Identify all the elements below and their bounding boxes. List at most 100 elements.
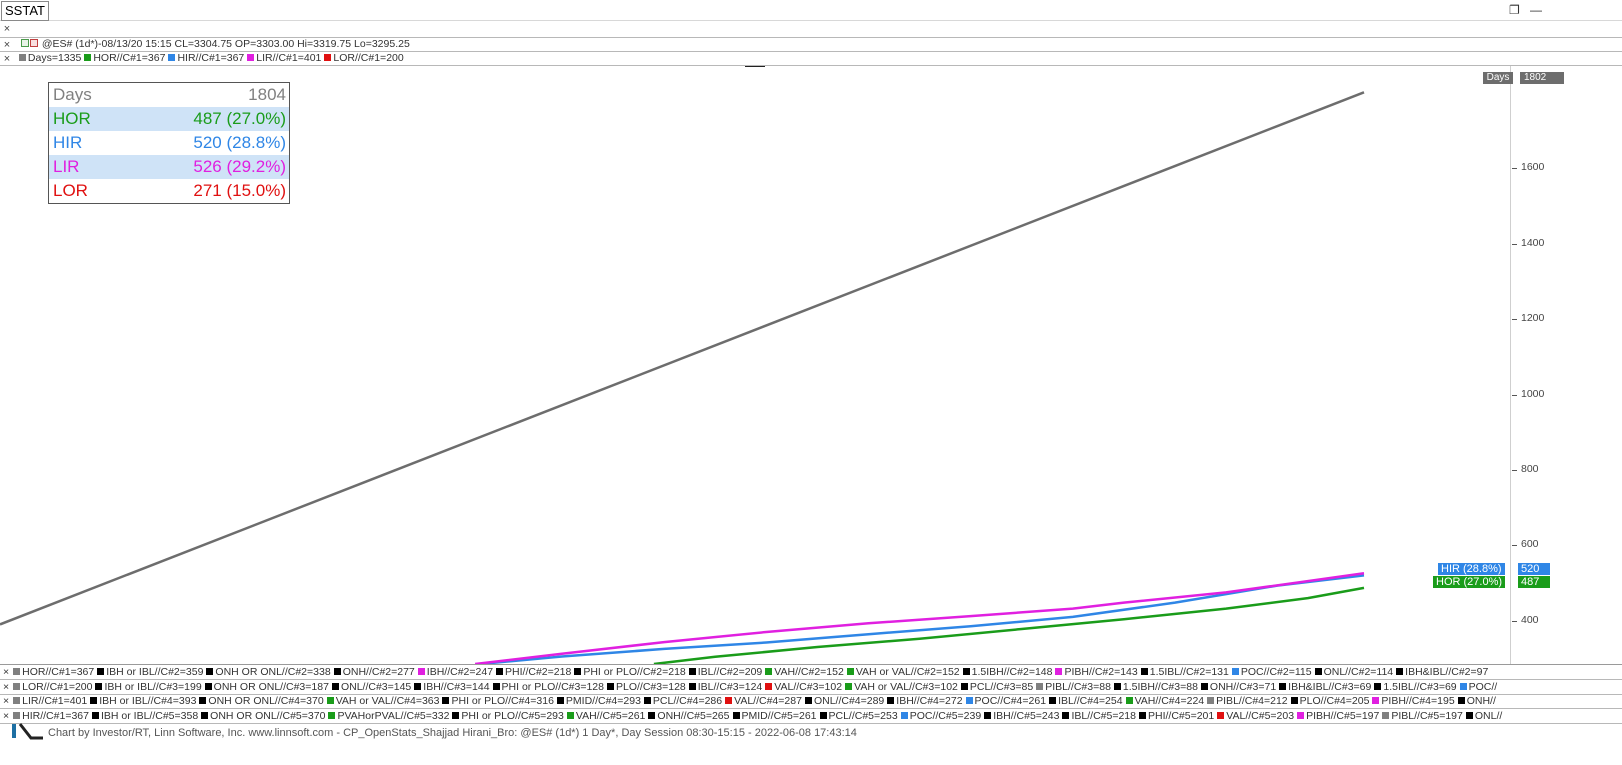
footer-stat-label: IBH&IBL//C#3=69 xyxy=(1288,680,1372,693)
footer-stat-swatch xyxy=(199,697,207,704)
footer-stat-label: IBH//C#2=247 xyxy=(426,666,494,678)
footer-stat-swatch xyxy=(643,697,651,704)
footer-stat-label: ONH OR ONL//C#3=187 xyxy=(213,680,329,693)
footer-stat-item: PCL//C#3=85 xyxy=(960,680,1034,693)
footer-stats-row: × LIR//C#1=401 IBH or IBL//C#4=393 ONH OR O… xyxy=(0,694,1622,709)
y-tick xyxy=(1512,168,1517,170)
footer-stat-label: IBH or IBL//C#4=393 xyxy=(99,695,197,707)
footer-stat-item: ONH OR ONL//C#5=370 xyxy=(201,710,325,722)
footer-stat-swatch xyxy=(90,697,98,704)
footer-stat-item: ONH//C#5=265 xyxy=(648,710,730,722)
footer-stat-label: PCL//C#5=253 xyxy=(828,709,898,722)
footer-stat-item: 1.5IBL//C#3=69 xyxy=(1374,681,1457,693)
footer-stat-swatch xyxy=(1396,668,1404,675)
legend-swatch xyxy=(247,54,255,61)
footer-stat-swatch xyxy=(1231,668,1239,675)
y-tick-label: 1200 xyxy=(1521,312,1545,325)
footer-stat-label: IBL//C#3=124 xyxy=(697,680,763,693)
footer-stat-swatch xyxy=(414,682,422,690)
chart-type-icon xyxy=(20,38,39,50)
footer-stat-item: IBH&IBL//C#3=69 xyxy=(1279,681,1371,693)
minimize-icon[interactable]: — xyxy=(1530,2,1542,18)
footer-stat-label: PIBL//C#4=212 xyxy=(1216,695,1288,707)
footer-stat-item: VAL//C#3=102 xyxy=(765,681,842,693)
footer-stat-label: ONH OR ONL//C#5=370 xyxy=(210,709,326,722)
footer-stat-item: PHI or PLO//C#5=293 xyxy=(452,709,564,722)
footer-stat-label: IBH//C#5=243 xyxy=(993,709,1060,722)
footer-stat-item: PHI or PLO//C#4=316 xyxy=(442,695,554,707)
footer-stat-label: ONH OR ONL//C#2=338 xyxy=(215,666,331,678)
footer-stat-item: IBL//C#3=124 xyxy=(688,680,763,693)
hir-axis-tag-label: HIR (28.8%) xyxy=(1438,563,1505,575)
footer-stat-swatch xyxy=(1465,711,1473,719)
footer-stat-label: PHI or PLO//C#5=293 xyxy=(461,709,564,722)
footer-stat-label: PLO//C#4=205 xyxy=(1299,695,1370,707)
instrument-header-row: × @ES# (1d*)-08/13/20 15:15 CL=3304.75 O… xyxy=(0,37,1622,51)
footer-stat-label: POC//C#2=115 xyxy=(1240,666,1312,678)
linn-software-logo-icon xyxy=(12,723,43,740)
footer-stat-label: 1.5IBL//C#2=131 xyxy=(1149,666,1229,678)
footer-stat-item: HOR//C#1=367 xyxy=(13,666,94,678)
footer-stat-swatch xyxy=(962,668,970,675)
days-axis-tag-label: Days xyxy=(1483,72,1513,84)
footer-stat-label: PHI//C#5=201 xyxy=(1147,709,1215,722)
legend-label: HIR//C#1=367 xyxy=(177,52,245,64)
restore-icon[interactable]: ❐ xyxy=(1509,2,1520,18)
footer-stat-item: VAH or VAL//C#2=152 xyxy=(846,666,960,678)
close-icon[interactable]: × xyxy=(3,695,9,707)
y-tick-label: 800 xyxy=(1521,462,1539,475)
footer-stat-item: ONH//C#2=277 xyxy=(333,666,415,678)
footer-stat-label: PCL//C#3=85 xyxy=(969,680,1034,693)
footer-stat-item: ONL// xyxy=(1465,709,1503,722)
window-title-tab[interactable]: SSTAT xyxy=(1,1,49,21)
footer-stat-label: VAH or VAL//C#4=363 xyxy=(335,695,440,707)
hir-axis-tag-value: 520 xyxy=(1518,563,1550,575)
footer-stat-item: POC// xyxy=(1459,680,1498,693)
close-icon[interactable]: × xyxy=(3,666,9,678)
footer-stat-item: 1.5IBH//C#3=88 xyxy=(1113,681,1198,693)
footer-stat-label: IBL//C#5=218 xyxy=(1071,709,1136,722)
stats-value: 271 (15.0%) xyxy=(193,181,286,200)
footer-stat-label: PIBH//C#4=195 xyxy=(1381,695,1455,707)
footer-stat-swatch xyxy=(326,697,334,704)
y-tick xyxy=(1512,545,1517,547)
legend-item: HIR//C#1=367 xyxy=(168,52,244,64)
footer-stat-swatch xyxy=(1036,682,1044,690)
footer-stat-label: LIR//C#1=401 xyxy=(22,695,88,707)
footer-stat-label: POC// xyxy=(1468,680,1498,693)
footer-stat-label: VAH//C#5=261 xyxy=(575,709,646,722)
close-icon[interactable]: × xyxy=(3,710,9,722)
footer-stat-swatch xyxy=(900,711,908,719)
stats-row-days: Days 1804 xyxy=(49,83,289,107)
footer-stat-swatch xyxy=(206,668,214,675)
footer-stat-item: PIBH//C#4=195 xyxy=(1372,695,1455,707)
footer-stat-swatch xyxy=(1457,697,1465,704)
footer-stat-swatch xyxy=(13,711,21,719)
legend-item: LIR//C#1=401 xyxy=(247,52,321,64)
footer-stat-label: PIBH//C#5=197 xyxy=(1306,709,1380,722)
close-icon[interactable]: × xyxy=(3,681,9,693)
footer-stat-label: ONL// xyxy=(1474,709,1503,722)
footer-stat-item: VAL//C#4=287 xyxy=(725,695,802,707)
footer-stat-item: PCL//C#5=253 xyxy=(819,709,898,722)
footer-stat-label: IBH//C#4=272 xyxy=(896,695,963,707)
close-icon[interactable]: × xyxy=(2,54,12,65)
footer-stat-swatch xyxy=(688,682,696,690)
footer-stat-label: ONH OR ONL//C#4=370 xyxy=(208,695,324,707)
close-icon[interactable]: × xyxy=(2,40,12,51)
footer-stat-item: VAH//C#4=224 xyxy=(1125,695,1204,707)
footer-stat-swatch xyxy=(13,697,21,704)
stats-row-hor: HOR 487 (27.0%) xyxy=(49,107,289,131)
footer-stat-swatch xyxy=(1049,697,1057,704)
y-tick xyxy=(1512,394,1517,396)
footer-stat-item: ONH OR ONL//C#4=370 xyxy=(199,695,324,707)
footer-stat-label: ONL//C#4=289 xyxy=(813,695,885,707)
footer-stat-swatch xyxy=(1200,682,1208,690)
close-icon[interactable]: × xyxy=(2,24,12,35)
footer-stat-item: IBH or IBL//C#3=199 xyxy=(95,681,202,693)
footer-stat-item: LOR//C#1=200 xyxy=(13,681,92,693)
stats-label: LIR xyxy=(53,157,80,176)
footer-stat-label: HIR//C#1=367 xyxy=(22,709,89,722)
stats-row-hir: HIR 520 (28.8%) xyxy=(49,131,289,155)
footer-stat-swatch xyxy=(732,711,740,719)
